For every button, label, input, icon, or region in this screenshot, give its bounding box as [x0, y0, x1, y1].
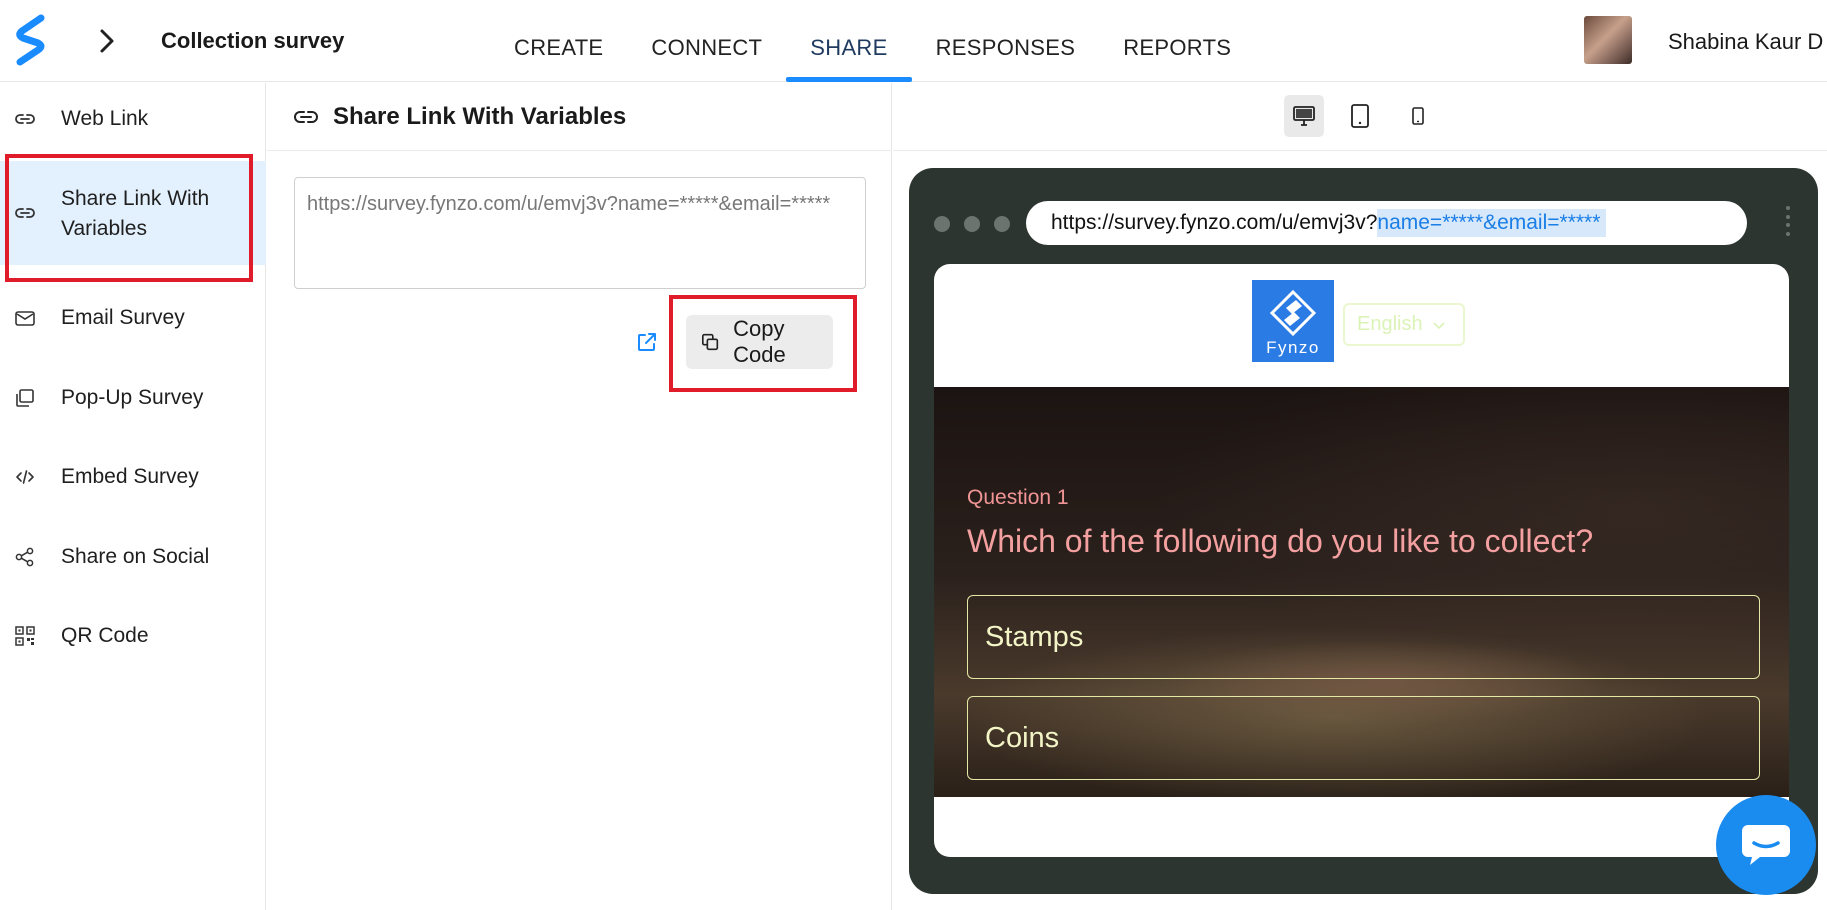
highlight-box [669, 295, 857, 392]
tab-responses[interactable]: RESPONSES [912, 0, 1100, 82]
language-value: English [1357, 313, 1423, 335]
chat-icon [1742, 825, 1790, 865]
sidebar-item-label: Share on Social [61, 545, 210, 568]
qr-code-icon [14, 625, 36, 647]
survey-title: Collection survey [161, 28, 345, 53]
app-logo-icon[interactable] [14, 14, 48, 66]
main-nav: CREATE CONNECT SHARE RESPONSES REPORTS [490, 0, 1255, 82]
sidebar-item-label: Pop-Up Survey [61, 386, 204, 409]
link-icon [294, 111, 318, 123]
user-name[interactable]: Shabina Kaur D [1668, 29, 1823, 55]
language-select[interactable]: English [1343, 303, 1465, 346]
share-panel: Share Link With Variables https://survey… [267, 83, 892, 910]
question-text: Which of the following do you like to co… [967, 523, 1594, 559]
sidebar-item-web-link[interactable]: Web Link [0, 83, 266, 155]
top-bar: Collection survey CREATE CONNECT SHARE R… [0, 0, 1827, 82]
question-number: Question 1 [967, 486, 1069, 509]
device-toggle-bar [893, 83, 1827, 151]
share-sidebar: Web Link Share Link With Variables Email… [0, 83, 266, 910]
window-dots [934, 216, 1010, 232]
fynzo-logo: Fynzo [1252, 280, 1334, 362]
tab-share[interactable]: SHARE [786, 0, 912, 82]
sidebar-item-qr-code[interactable]: QR Code [0, 600, 266, 672]
tablet-view-button[interactable] [1340, 95, 1380, 137]
highlight-box [5, 154, 253, 282]
mobile-icon [1412, 107, 1424, 125]
fynzo-logo-text: Fynzo [1266, 338, 1320, 357]
code-icon [14, 466, 36, 488]
sidebar-item-label: QR Code [61, 624, 149, 647]
panel-header: Share Link With Variables [267, 83, 892, 151]
survey-preview-page: Fynzo English Question 1 Which of the fo… [934, 264, 1789, 857]
fynzo-logo-icon [1269, 289, 1317, 337]
question-section: Question 1 Which of the following do you… [934, 387, 1789, 797]
link-icon [14, 108, 36, 130]
panel-title: Share Link With Variables [333, 103, 627, 130]
more-vertical-icon [1786, 206, 1792, 236]
chat-widget-button[interactable] [1716, 795, 1816, 895]
tab-create[interactable]: CREATE [490, 0, 627, 82]
sidebar-item-share-on-social[interactable]: Share on Social [0, 521, 266, 593]
popup-icon [14, 387, 36, 409]
sidebar-item-email-survey[interactable]: Email Survey [0, 282, 266, 354]
url-base: https://survey.fynzo.com/u/emvj3v? [1051, 211, 1378, 234]
url-params: name=*****&email=***** [1377, 209, 1607, 237]
sidebar-item-label: Web Link [61, 107, 149, 130]
preview-panel: https://survey.fynzo.com/u/emvj3v? name=*… [893, 83, 1827, 910]
desktop-view-button[interactable] [1284, 95, 1324, 137]
open-external-icon[interactable] [635, 330, 659, 354]
share-link-textarea[interactable]: https://survey.fynzo.com/u/emvj3v?name=*… [294, 177, 866, 289]
sidebar-item-popup-survey[interactable]: Pop-Up Survey [0, 362, 266, 434]
chevron-down-icon [1433, 321, 1445, 329]
answer-option[interactable]: Coins [967, 696, 1760, 780]
avatar[interactable] [1584, 16, 1632, 64]
browser-mockup: https://survey.fynzo.com/u/emvj3v? name=*… [909, 168, 1818, 894]
tab-reports[interactable]: REPORTS [1099, 0, 1255, 82]
tab-connect[interactable]: CONNECT [627, 0, 786, 82]
chevron-right-icon[interactable] [96, 26, 118, 56]
share-icon [14, 546, 36, 568]
sidebar-item-embed-survey[interactable]: Embed Survey [0, 441, 266, 513]
desktop-icon [1293, 106, 1315, 126]
tablet-icon [1351, 104, 1369, 128]
sidebar-item-label: Embed Survey [61, 465, 199, 488]
mail-icon [14, 307, 36, 329]
sidebar-item-label: Email Survey [61, 306, 185, 329]
answer-option[interactable]: Stamps [967, 595, 1760, 679]
mobile-view-button[interactable] [1398, 95, 1438, 137]
preview-url-bar: https://survey.fynzo.com/u/emvj3v? name=*… [1026, 201, 1747, 245]
